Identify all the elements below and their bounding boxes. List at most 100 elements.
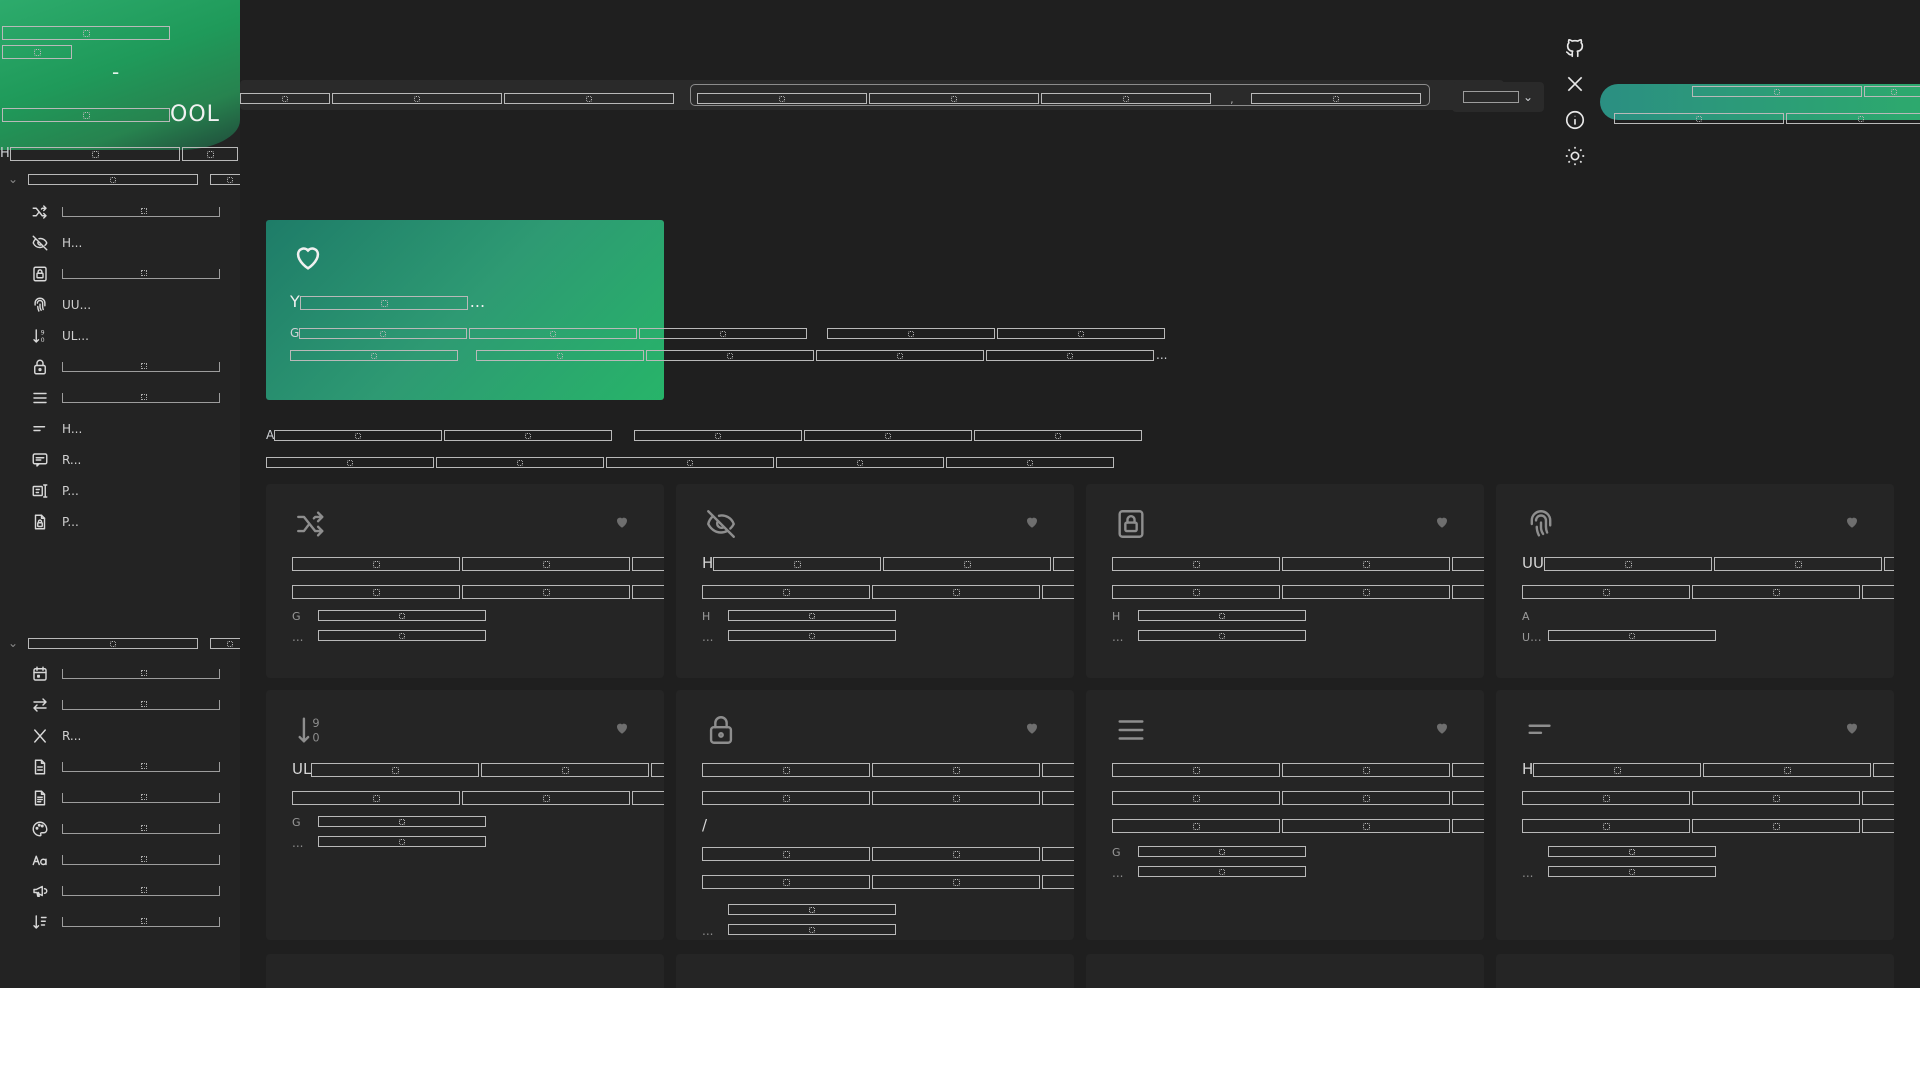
sidebar-item-label xyxy=(62,793,220,803)
sidebar-item[interactable] xyxy=(30,752,230,782)
sidebar-item[interactable]: UU... xyxy=(30,290,230,320)
card-desc: G xyxy=(292,610,486,623)
card-desc: H xyxy=(702,610,896,623)
section-header-1[interactable]: ⌄ xyxy=(8,172,240,186)
sidebar-item[interactable] xyxy=(30,659,230,689)
card-desc: A xyxy=(1522,610,1530,623)
sidebar-item[interactable]: P... xyxy=(30,476,230,506)
card-extra: / xyxy=(702,816,708,834)
card-title: H xyxy=(702,554,1074,572)
sidebar-item[interactable] xyxy=(30,383,230,413)
tool-card[interactable]: G... xyxy=(266,484,664,678)
sidebar-item-label xyxy=(62,762,220,772)
sidebar-item-label xyxy=(62,669,220,679)
card-title xyxy=(702,760,1074,778)
lock-box-icon xyxy=(30,264,50,284)
sidebar-item[interactable]: 9 0 UL... xyxy=(30,321,230,351)
card-desc: G xyxy=(1112,846,1306,859)
card-desc-2: ... xyxy=(1522,866,1716,880)
sidebar-item-label xyxy=(62,393,220,403)
card-title-line-2 xyxy=(1112,582,1484,600)
tool-card[interactable]: /... xyxy=(676,690,1074,940)
chevron-down-icon: ⌄ xyxy=(8,636,19,650)
favorites-hero-card: Y... G ... xyxy=(266,220,1167,400)
card-desc-2: ... xyxy=(702,630,896,644)
favorite-heart-icon[interactable] xyxy=(614,514,630,534)
tool-card[interactable] xyxy=(266,954,664,988)
card-desc-2: ... xyxy=(1112,630,1306,644)
swap-icon xyxy=(30,695,50,715)
tool-card[interactable]: P 3 G... xyxy=(1086,690,1484,940)
card-title-line-2 xyxy=(292,788,664,806)
sidebar-item[interactable] xyxy=(30,783,230,813)
info-icon[interactable] xyxy=(1560,102,1590,138)
sidebar-item[interactable] xyxy=(30,259,230,289)
theme-sun-icon[interactable] xyxy=(1560,138,1590,174)
favorite-heart-icon[interactable] xyxy=(1434,514,1450,534)
language-select[interactable]: ⌄ xyxy=(1452,82,1544,112)
card-title: H xyxy=(1522,760,1894,778)
eye-off-icon xyxy=(702,506,740,542)
favorite-heart-icon[interactable] xyxy=(1434,720,1450,740)
sidebar-item[interactable]: R... xyxy=(30,445,230,475)
sidebar-item-label: P... xyxy=(62,515,79,529)
card-title: UU xyxy=(1522,554,1894,572)
tool-card[interactable]: H H... xyxy=(676,484,1074,678)
sidebar-item[interactable] xyxy=(30,845,230,875)
file-lock-icon xyxy=(30,512,50,532)
sidebar-item[interactable] xyxy=(30,876,230,906)
card-title xyxy=(292,554,664,572)
sidebar-item[interactable]: H... xyxy=(30,228,230,258)
sidebar-item-label xyxy=(62,269,220,279)
favorite-heart-icon[interactable] xyxy=(1024,514,1040,534)
sidebar-item[interactable]: H... xyxy=(30,414,230,444)
font-case-icon xyxy=(30,850,50,870)
sidebar-item-label: R... xyxy=(62,729,82,743)
card-title-line-2 xyxy=(702,788,1074,806)
tool-card[interactable] xyxy=(676,954,1074,988)
regex-icon xyxy=(30,450,50,470)
favorite-heart-icon[interactable] xyxy=(614,720,630,740)
svg-text:9: 9 xyxy=(312,716,319,730)
favorite-heart-icon[interactable] xyxy=(1844,720,1860,740)
sidebar-item[interactable] xyxy=(30,197,230,227)
brand-subtitle: H xyxy=(0,146,240,161)
svg-text:9: 9 xyxy=(41,330,45,337)
card-title: P 3 xyxy=(1112,760,1484,778)
tool-card[interactable]: 9 0 UL G... xyxy=(266,690,664,940)
eye-off-icon xyxy=(30,233,50,253)
github-icon[interactable] xyxy=(1560,30,1590,66)
card-desc: G xyxy=(292,816,486,829)
favorite-heart-icon[interactable] xyxy=(1024,720,1040,740)
tool-card[interactable]: UU A U... xyxy=(1496,484,1894,678)
sidebar-item[interactable] xyxy=(30,352,230,382)
sidebar-item-label: P... xyxy=(62,484,79,498)
fingerprint-icon xyxy=(1522,506,1560,542)
tool-card[interactable] xyxy=(1496,954,1894,988)
card-title-line-2 xyxy=(1112,788,1484,806)
tool-card[interactable]: H... xyxy=(1086,484,1484,678)
sidebar-item[interactable] xyxy=(30,907,230,937)
sort-numeric-icon: 90 xyxy=(292,712,330,748)
sidebar-item-label: UU... xyxy=(62,298,92,312)
brand-logo[interactable]: - OOL xyxy=(0,0,240,150)
search-bar: , xyxy=(240,80,1504,110)
favorite-heart-icon[interactable] xyxy=(1844,514,1860,534)
sidebar-item[interactable] xyxy=(30,690,230,720)
sidebar-item[interactable] xyxy=(30,814,230,844)
lines-icon xyxy=(1112,712,1150,748)
tool-card[interactable]: H... xyxy=(1496,690,1894,940)
x-brand-icon[interactable] xyxy=(1560,66,1590,102)
shuffle-icon xyxy=(292,506,330,542)
svg-text:0: 0 xyxy=(312,730,319,744)
section-header-2[interactable]: ⌄ xyxy=(8,636,240,650)
cta-button[interactable] xyxy=(1600,84,1920,124)
sidebar-item[interactable]: R... xyxy=(30,721,230,751)
sidebar-item[interactable]: P... xyxy=(30,507,230,537)
tool-card[interactable] xyxy=(1086,954,1484,988)
language-value xyxy=(1462,91,1519,103)
hero-line-2: ... xyxy=(290,348,1167,362)
search-input[interactable]: , xyxy=(690,84,1430,106)
sidebar-item-label xyxy=(62,917,220,927)
short-lines-icon xyxy=(30,419,50,439)
